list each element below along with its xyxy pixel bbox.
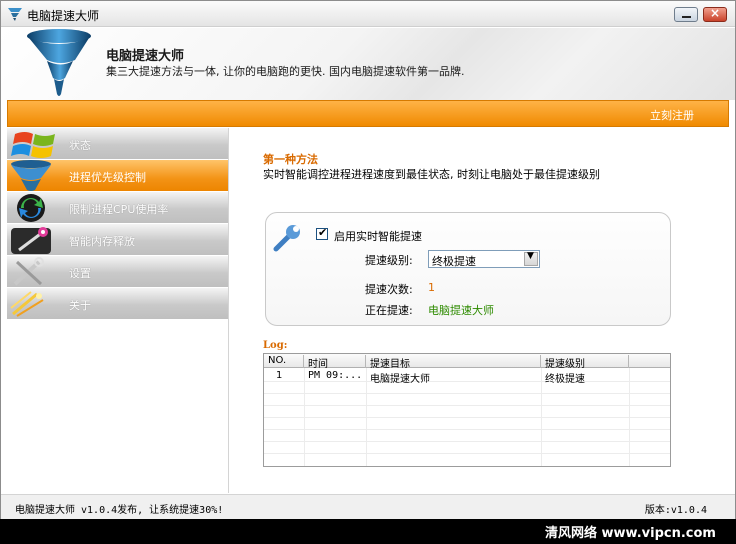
checkmark-icon: ✔ [318, 226, 328, 239]
grid-divider [264, 405, 670, 406]
status-bar: 电脑提速大师 v1.0.4发布, 让系统提速30%! 版本:v1.0.4 [1, 494, 735, 519]
smart-boost-label: 启用实时智能提速 [334, 230, 422, 243]
column-header-target[interactable]: 提速目标 [366, 355, 541, 370]
sidebar-item-cpu-limit[interactable]: 限制进程CPU使用率 [7, 192, 228, 224]
column-header-level[interactable]: 提速级别 [541, 355, 629, 370]
wrench-icon [273, 225, 300, 252]
table-cell-level: 终极提速 [545, 374, 585, 385]
current-value: 电脑提速大师 [428, 304, 494, 317]
sidebar-item-priority-control[interactable]: 进程优先级控制 [7, 160, 228, 192]
tools-icon [13, 257, 44, 286]
table-cell-time: PM 09:... [308, 370, 363, 381]
table-cell-target: 电脑提速大师 [370, 374, 430, 385]
log-table[interactable]: NO. 时间 提速目标 提速级别 1 PM 09:... 电脑提速大师 终极提速 [263, 353, 671, 467]
register-link[interactable]: 立刻注册 [650, 107, 694, 123]
app-window: 电脑提速大师 × 电脑提速大师 集三大提速方法与一体, 让你的电脑跑的更快. 国… [0, 0, 736, 519]
settings-panel: ✔ 启用实时智能提速 提速级别: 终极提速 ▼ 提速次数: 1 正在提速: 电脑… [265, 212, 671, 326]
method-title: 第一种方法 [263, 153, 318, 166]
sidebar-item-label: 设置 [69, 267, 91, 280]
magic-wand-icon [11, 227, 51, 254]
grid-divider [264, 441, 670, 442]
minimize-button[interactable] [674, 7, 698, 22]
sidebar: 状态 进程优先级控制 限制进程CPU使用率 智能内存释放 设置 关于 [7, 128, 229, 493]
sidebar-item-about[interactable]: 关于 [7, 288, 228, 320]
grid-divider [264, 429, 670, 430]
grid-divider [264, 453, 670, 454]
close-icon: × [709, 6, 721, 20]
boost-level-value: 终极提速 [432, 255, 476, 268]
method-description: 实时智能调控进程进程速度到最佳状态, 时刻让电脑处于最佳提速级别 [263, 168, 600, 181]
window-title: 电脑提速大师 [27, 9, 100, 23]
tornado-icon [8, 8, 22, 21]
title-bar: 电脑提速大师 × [1, 1, 735, 27]
chevron-down-icon: ▼ [527, 251, 534, 261]
main-content: 第一种方法 实时智能调控进程进程速度到最佳状态, 时刻让电脑处于最佳提速级别 ✔… [230, 128, 729, 493]
app-header: 电脑提速大师 集三大提速方法与一体, 让你的电脑跑的更快. 国内电脑提速软件第一… [1, 28, 735, 100]
current-label: 正在提速: [365, 304, 413, 317]
table-cell-no: 1 [276, 370, 283, 381]
log-label: Log: [263, 340, 288, 351]
log-table-header: NO. 时间 提速目标 提速级别 [264, 354, 670, 370]
column-header-time[interactable]: 时间 [304, 355, 366, 370]
header-slogan: 集三大提速方法与一体, 让你的电脑跑的更快. 国内电脑提速软件第一品牌. [106, 65, 465, 78]
boost-level-select[interactable]: 终极提速 ▼ [428, 250, 540, 268]
windows-logo-icon [11, 132, 55, 158]
header-app-name: 电脑提速大师 [106, 49, 185, 64]
sidebar-item-settings[interactable]: 设置 [7, 256, 228, 288]
grid-divider [264, 393, 670, 394]
level-label: 提速级别: [365, 254, 413, 267]
grid-divider [264, 417, 670, 418]
sidebar-item-label: 状态 [69, 139, 91, 152]
sidebar-item-label: 限制进程CPU使用率 [69, 203, 169, 216]
count-label: 提速次数: [365, 283, 413, 296]
sparkle-icon [10, 291, 44, 317]
sidebar-item-label: 关于 [69, 299, 91, 312]
minimize-icon [682, 16, 691, 18]
refresh-arrows-icon [17, 194, 45, 222]
status-message: 电脑提速大师 v1.0.4发布, 让系统提速30%! [15, 505, 224, 516]
sidebar-item-memory-release[interactable]: 智能内存释放 [7, 224, 228, 256]
sidebar-item-status[interactable]: 状态 [7, 128, 228, 160]
count-value: 1 [428, 281, 435, 294]
dropdown-button[interactable]: ▼ [524, 251, 538, 266]
close-button[interactable]: × [703, 6, 727, 22]
tornado-icon [11, 160, 51, 191]
sidebar-item-label: 进程优先级控制 [69, 171, 146, 184]
tornado-logo-icon [27, 29, 91, 96]
column-header-no[interactable]: NO. [264, 355, 304, 368]
grid-divider [264, 381, 670, 382]
top-action-bar: 立刻注册 [7, 100, 729, 127]
version-label: 版本:v1.0.4 [644, 505, 707, 516]
watermark-text: 清风网络 www.vipcn.com [545, 526, 716, 541]
smart-boost-checkbox[interactable]: ✔ [316, 226, 328, 240]
sidebar-item-label: 智能内存释放 [69, 235, 135, 248]
